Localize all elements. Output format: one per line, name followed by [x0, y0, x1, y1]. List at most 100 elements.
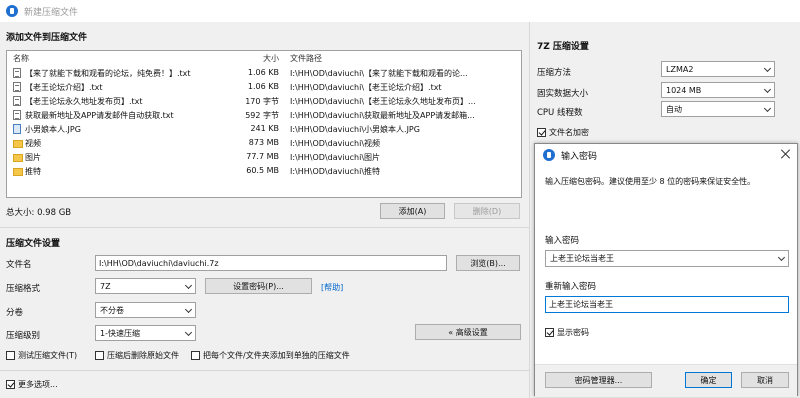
delete-after-label: 压缩后删除原始文件 [107, 351, 179, 360]
file-row[interactable]: 【来了就能下载和观看的论坛，纯免费！】.txt 1.06 KB I:\HH\OD… [7, 67, 521, 80]
column-name-header[interactable]: 名称 [13, 53, 29, 64]
file-size: 1.06 KB [247, 68, 279, 77]
file-row[interactable]: 【老王论坛介绍】.txt 1.06 KB I:\HH\OD\daviuchi\【… [7, 81, 521, 94]
checkbox-box[interactable] [6, 351, 15, 360]
split-select[interactable]: 不分卷 [95, 302, 196, 318]
password-label: 输入密码 [545, 236, 580, 246]
file-size: 592 字节 [245, 111, 279, 120]
chevron-down-icon [184, 328, 193, 337]
test-archive-checkbox[interactable]: 测试压缩文件(T) [6, 350, 77, 361]
file-name: 【来了就能下载和观看的论坛，纯免费！】.txt [25, 69, 191, 78]
dictionary-select-value: 1024 MB [666, 85, 702, 95]
threads-label: CPU 线程数 [537, 108, 583, 118]
checkbox-box[interactable] [191, 351, 200, 360]
panel-divider [529, 22, 530, 398]
file-name: 【老王论坛永久地址发布页】.txt [25, 97, 143, 106]
test-archive-label: 测试压缩文件(T) [18, 351, 78, 360]
more-options-checkbox[interactable]: 更多选项... [6, 379, 58, 390]
show-password-label: 显示密码 [557, 328, 589, 337]
file-row[interactable]: 【老王论坛永久地址发布页】.txt 170 字节 I:\HH\OD\daviuc… [7, 95, 521, 108]
checkbox-box[interactable] [537, 128, 546, 137]
file-list[interactable]: 名称 大小 文件路径 【来了就能下载和观看的论坛，纯免费！】.txt 1.06 … [6, 50, 522, 198]
dialog-title: 输入密码 [561, 151, 598, 162]
right-panel-title: 7Z 压缩设置 [537, 42, 589, 52]
column-size-header[interactable]: 大小 [263, 53, 279, 64]
text-file-icon [13, 68, 21, 78]
level-select[interactable]: 1-快速压缩 [95, 325, 196, 341]
file-name: 视频 [25, 139, 41, 148]
file-size: 77.7 MB [246, 152, 279, 161]
file-name: 图片 [25, 153, 41, 162]
each-separate-label: 把每个文件/文件夹添加到单独的压缩文件 [203, 351, 350, 360]
file-size: 60.5 MB [246, 166, 279, 175]
file-row[interactable]: 视频 873 MB I:\HH\OD\daviuchi\视频 [7, 137, 521, 150]
delete-after-checkbox[interactable]: 压缩后删除原始文件 [95, 350, 179, 361]
file-path: I:\HH\OD\daviuchi\【老王论坛介绍】.txt [290, 83, 442, 92]
format-select-value: 7Z [100, 281, 111, 291]
dictionary-select[interactable]: 1024 MB [661, 82, 775, 98]
app-logo-icon [6, 5, 18, 17]
file-row[interactable]: 推特 60.5 MB I:\HH\OD\daviuchi\推特 [7, 165, 521, 178]
set-password-button[interactable]: 设置密码(P)... [205, 278, 312, 294]
file-size: 241 KB [250, 124, 279, 133]
file-row[interactable]: 小男娘本人.JPG 241 KB I:\HH\OD\daviuchi\小男娘本人… [7, 123, 521, 136]
window-titlebar: 新建压缩文件 [0, 0, 800, 22]
folder-icon [13, 154, 23, 162]
file-list-header: 名称 大小 文件路径 [7, 51, 521, 65]
file-name: 推特 [25, 167, 41, 176]
format-select[interactable]: 7Z [95, 278, 196, 294]
close-icon[interactable] [779, 147, 793, 161]
add-button[interactable]: 添加(A) [380, 203, 445, 219]
folder-icon [13, 140, 23, 148]
each-separate-checkbox[interactable]: 把每个文件/文件夹添加到单独的压缩文件 [191, 350, 350, 361]
folder-icon [13, 168, 23, 176]
filename-label: 文件名 [6, 260, 32, 270]
browse-button[interactable]: 浏览(B)... [456, 255, 520, 271]
files-section-title: 添加文件到压缩文件 [6, 33, 88, 43]
delete-button[interactable]: 删除(D) [454, 203, 520, 219]
checkbox-box[interactable] [545, 328, 554, 337]
dialog-footer: 密码管理器... 确定 取消 [535, 364, 797, 397]
encrypt-names-label: 文件名加密 [549, 128, 589, 137]
chevron-down-icon[interactable] [777, 253, 786, 262]
section-divider [0, 227, 529, 228]
file-row[interactable]: 图片 77.7 MB I:\HH\OD\daviuchi\图片 [7, 151, 521, 164]
dialog-instruction: 输入压缩包密码。建议使用至少 8 位的密码来保证安全性。 [545, 177, 756, 186]
chevron-down-icon [763, 104, 772, 113]
show-password-checkbox[interactable]: 显示密码 [545, 327, 589, 338]
total-size: 总大小: 0.98 GB [6, 208, 72, 218]
level-label: 压缩级别 [6, 331, 41, 341]
filename-input[interactable]: I:\HH\OD\daviuchi\daviuchi.7z [95, 255, 447, 271]
file-name: 【老王论坛介绍】.txt [25, 83, 103, 92]
method-label: 压缩方法 [537, 68, 572, 78]
column-path-header[interactable]: 文件路径 [290, 53, 322, 64]
file-path: I:\HH\OD\daviuchi\推特 [290, 167, 381, 176]
text-file-icon [13, 82, 21, 92]
threads-select[interactable]: 自动 [661, 101, 775, 117]
password-input[interactable]: 上老王论坛当老王 [545, 250, 789, 267]
image-file-icon [13, 124, 21, 134]
chevron-down-icon [763, 85, 772, 94]
help-link[interactable]: [帮助] [321, 282, 343, 293]
file-row[interactable]: 获取最新地址及APP请发邮件自动获取.txt 592 字节 I:\HH\OD\d… [7, 109, 521, 122]
chevron-down-icon [184, 305, 193, 314]
file-size: 1.06 KB [247, 82, 279, 91]
checkbox-box[interactable] [6, 380, 15, 389]
split-select-value: 不分卷 [100, 305, 124, 315]
ok-button[interactable]: 确定 [685, 372, 732, 388]
dictionary-label: 固实数据大小 [537, 89, 589, 99]
encrypt-names-checkbox[interactable]: 文件名加密 [537, 127, 589, 138]
window-title: 新建压缩文件 [24, 7, 79, 18]
confirm-password-input[interactable]: 上老王论坛当老王 [545, 296, 789, 313]
file-name: 小男娘本人.JPG [25, 125, 81, 134]
app-logo-icon [543, 149, 555, 161]
threads-select-value: 自动 [666, 104, 682, 114]
file-size: 873 MB [248, 138, 279, 147]
format-label: 压缩格式 [6, 284, 41, 294]
checkbox-box[interactable] [95, 351, 104, 360]
advanced-settings-button[interactable]: « 高级设置 [415, 324, 521, 340]
method-select[interactable]: LZMA2 [661, 61, 775, 77]
password-manager-button[interactable]: 密码管理器... [545, 372, 652, 388]
cancel-button[interactable]: 取消 [741, 372, 789, 388]
more-options-label: 更多选项... [18, 380, 58, 389]
